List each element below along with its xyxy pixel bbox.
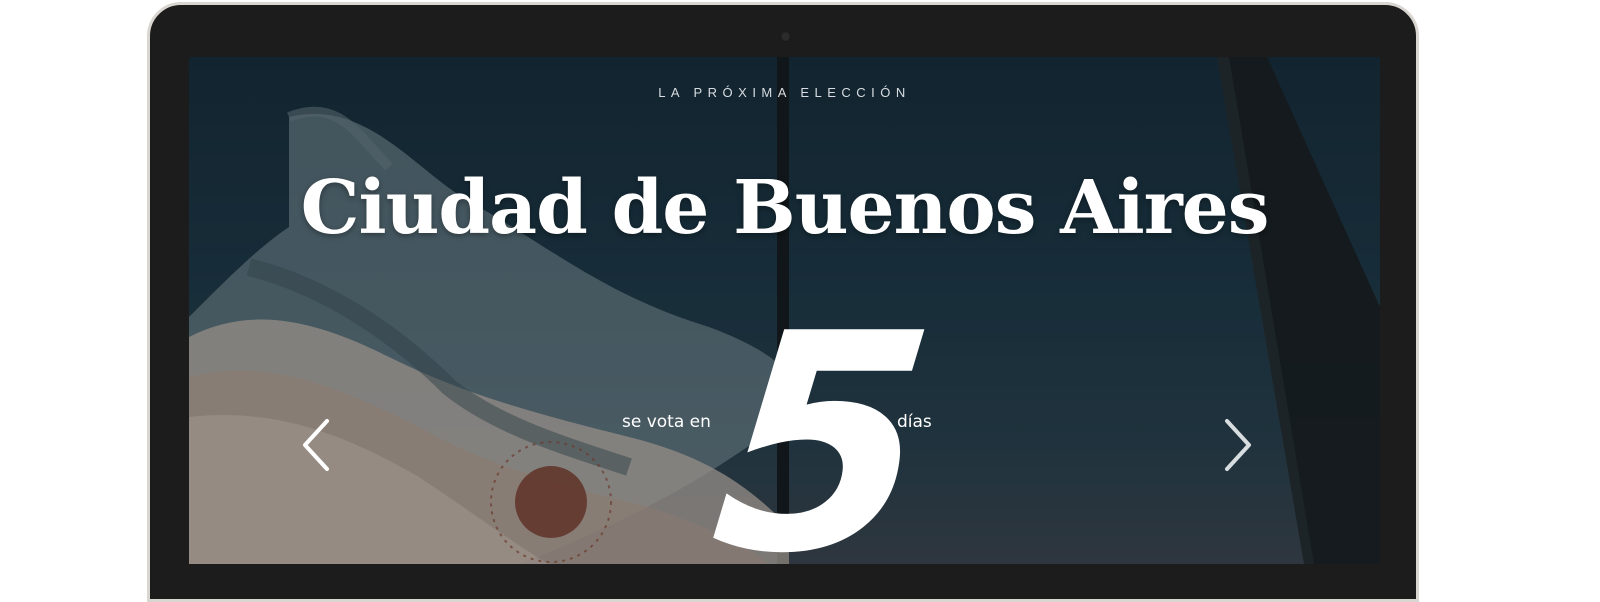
camera-dot (780, 31, 791, 42)
prev-slide-button[interactable] (299, 415, 335, 475)
city-title: Ciudad de Buenos Aires (300, 165, 1270, 251)
chevron-right-icon (1225, 419, 1251, 471)
chevron-left-icon (303, 419, 329, 471)
vote-suffix: días (897, 412, 932, 432)
hero-screen: LA PRÓXIMA ELECCIÓN Ciudad de Buenos Air… (189, 57, 1380, 564)
eyebrow-text: LA PRÓXIMA ELECCIÓN (658, 85, 911, 100)
next-slide-button[interactable] (1219, 415, 1255, 475)
vote-prefix: se vota en (622, 412, 711, 432)
